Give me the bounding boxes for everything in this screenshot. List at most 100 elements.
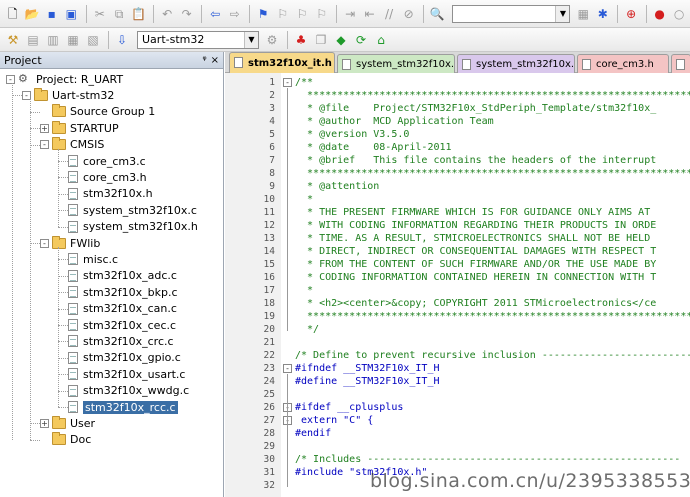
code-text: *	[295, 194, 314, 205]
line-number: 13	[263, 233, 275, 244]
tree-file-item[interactable]: core_cm3.h	[68, 169, 147, 185]
tree-folder-item[interactable]: - FWlib	[40, 235, 100, 251]
unindent-icon[interactable]: ⇤	[361, 5, 379, 23]
chevron-down-icon[interactable]: ▼	[555, 5, 570, 22]
tree-file-item[interactable]: stm32f10x_adc.c	[68, 268, 177, 284]
editor-tab[interactable]: system_stm32f10x.h	[337, 54, 455, 73]
comment-icon[interactable]: //	[380, 5, 398, 23]
manage-components-icon[interactable]: ♣	[292, 31, 310, 49]
stop-build-icon[interactable]: ●	[651, 5, 669, 23]
target-options-icon[interactable]: ⚙	[263, 31, 281, 49]
code-text: * @brief This file contains the headers …	[295, 155, 657, 166]
tree-item-label: stm32f10x_usart.c	[83, 367, 186, 381]
tree-file-item[interactable]: stm32f10x_crc.c	[68, 333, 174, 349]
indent-icon[interactable]: ⇥	[341, 5, 359, 23]
redo-icon[interactable]: ↷	[178, 5, 196, 23]
tree-file-item[interactable]: stm32f10x.h	[68, 186, 153, 202]
download-icon[interactable]: ▧	[84, 31, 102, 49]
tree-file-item[interactable]: stm32f10x_cec.c	[68, 317, 176, 333]
find-icon[interactable]: ▦	[574, 5, 592, 23]
fold-toggle-icon[interactable]: -	[283, 78, 292, 87]
editor-tab[interactable]: m	[671, 54, 690, 73]
tree-file-item[interactable]: stm32f10x_rcc.c	[68, 399, 178, 415]
config-icon[interactable]: ✱	[594, 5, 612, 23]
tree-file-item[interactable]: stm32f10x_usart.c	[68, 366, 185, 382]
tree-folder-item[interactable]: - CMSIS	[40, 137, 104, 153]
find-in-files-icon[interactable]: 🔍	[428, 5, 446, 23]
close-icon[interactable]: ×	[211, 55, 219, 66]
code-line: 19 *************************************…	[225, 310, 690, 323]
tree-file-item[interactable]: system_stm32f10x.h	[68, 219, 198, 235]
batch-build-icon[interactable]: ▦	[64, 31, 82, 49]
expand-icon[interactable]: +	[40, 123, 49, 133]
editor-tab[interactable]: stm32f10x_it.h	[229, 52, 335, 73]
tree-file-item[interactable]: stm32f10x_bkp.c	[68, 284, 178, 300]
target-select[interactable]: Uart-stm32 ▼	[137, 30, 259, 49]
fold-toggle-icon[interactable]: -	[283, 364, 292, 373]
tree-folder-item[interactable]: + User	[40, 415, 95, 431]
save-all-icon[interactable]: ▣	[63, 5, 81, 23]
nav-back-icon[interactable]: ⇦	[206, 5, 224, 23]
pin-icon[interactable]: ᵠ	[202, 55, 206, 66]
translate-icon[interactable]: ⚒	[4, 31, 22, 49]
tree-file-item[interactable]: stm32f10x_gpio.c	[68, 350, 181, 366]
uncomment-icon[interactable]: ⊘	[400, 5, 418, 23]
file-icon	[342, 59, 351, 70]
code-text: ****************************************…	[307, 90, 690, 101]
editor-tab[interactable]: system_stm32f10x.c	[457, 54, 575, 73]
debug-icon[interactable]: ⊕	[622, 5, 640, 23]
chevron-down-icon[interactable]: ▼	[244, 31, 258, 48]
undo-icon[interactable]: ↶	[158, 5, 176, 23]
breakpoint-icon[interactable]: ○	[670, 5, 688, 23]
collapse-icon[interactable]: -	[40, 140, 49, 150]
tree-item-label: misc.c	[83, 252, 119, 266]
toolbar-separator	[423, 4, 425, 23]
find-combo[interactable]: ▼	[451, 4, 571, 23]
tree-file-item[interactable]: misc.c	[68, 251, 118, 267]
collapse-icon[interactable]: -	[6, 74, 15, 84]
code-line: 8 **************************************…	[225, 167, 690, 180]
line-number: 20	[263, 324, 275, 335]
new-file-icon[interactable]: 🗋	[4, 5, 22, 23]
tree-folder-item[interactable]: Source Group 1	[40, 104, 155, 120]
pack-installer-icon[interactable]: ⌂	[372, 31, 390, 49]
tree-file-item[interactable]: core_cm3.c	[68, 153, 146, 169]
code-line: 28 #endif	[225, 427, 690, 440]
bookmark-next-icon[interactable]: ⚐	[293, 5, 311, 23]
line-number: 5	[269, 129, 275, 140]
tree-target-item[interactable]: - Uart-stm32	[22, 87, 114, 103]
folder-icon	[52, 137, 66, 151]
tree-item-label: stm32f10x_rcc.c	[83, 400, 178, 414]
cut-icon[interactable]: ✂	[91, 5, 109, 23]
expand-icon[interactable]: +	[40, 418, 49, 428]
bookmark-prev-icon[interactable]: ⚐	[274, 5, 292, 23]
open-folder-icon[interactable]: 📂	[24, 5, 42, 23]
tree-file-item[interactable]: system_stm32f10x.c	[68, 202, 197, 218]
nav-forward-icon[interactable]: ⇨	[226, 5, 244, 23]
code-line: 16 * CODING INFORMATION CONTAINED HEREIN…	[225, 271, 690, 284]
watermark: blog.sina.com.cn/u/2395338553	[370, 470, 690, 492]
select-packs-icon[interactable]: ◆	[332, 31, 350, 49]
tree-folder-item[interactable]: Doc	[40, 432, 91, 448]
tree-file-item[interactable]: stm32f10x_can.c	[68, 301, 177, 317]
save-icon[interactable]: ▪	[43, 5, 61, 23]
paste-icon[interactable]: 📋	[130, 5, 148, 23]
file-extensions-icon[interactable]: ❐	[312, 31, 330, 49]
run-icon[interactable]: ⟳	[352, 31, 370, 49]
tree-item-label: stm32f10x_wwdg.c	[83, 384, 190, 398]
build-icon[interactable]: ▤	[24, 31, 42, 49]
bookmark-icon[interactable]: ⚑	[254, 5, 272, 23]
editor-tab[interactable]: core_cm3.h	[577, 54, 669, 73]
tree-file-item[interactable]: stm32f10x_wwdg.c	[68, 383, 189, 399]
rebuild-icon[interactable]: ▥	[44, 31, 62, 49]
bookmark-clear-icon[interactable]: ⚐	[313, 5, 331, 23]
copy-icon[interactable]: ⧉	[110, 5, 128, 23]
code-view[interactable]: 1-/** 2 *********************************…	[225, 73, 690, 497]
load-icon[interactable]: ⇩	[113, 31, 131, 49]
tree-connector	[58, 374, 68, 376]
code-text: * WITH CODING INFORMATION REGARDING THEI…	[295, 220, 657, 231]
tree-project-item[interactable]: - ⚙ Project: R_UART	[6, 71, 123, 87]
collapse-icon[interactable]: -	[40, 238, 49, 248]
tree-connector	[58, 161, 68, 162]
tree-folder-item[interactable]: + STARTUP	[40, 120, 119, 136]
